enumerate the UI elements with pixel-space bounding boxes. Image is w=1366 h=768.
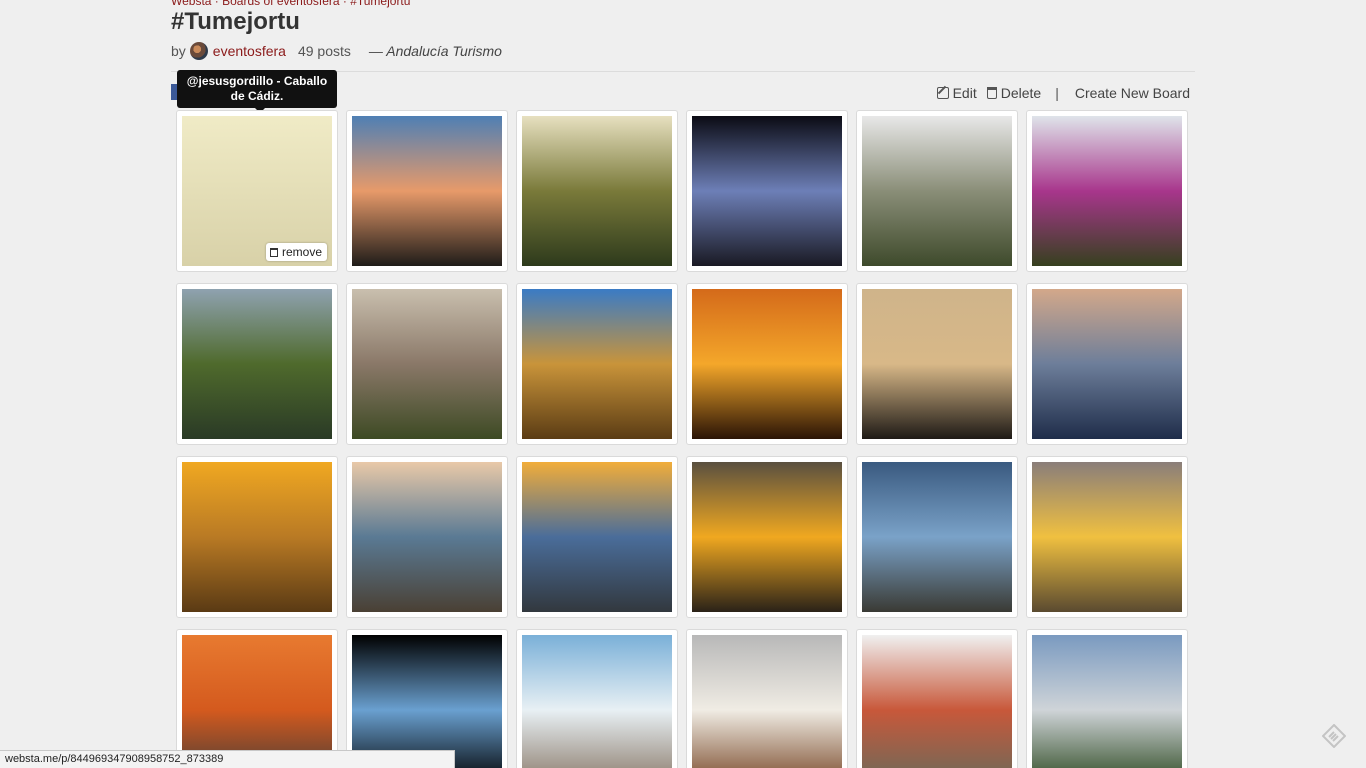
photo-card[interactable] <box>856 283 1018 445</box>
photo-sand-footprints-sunset[interactable] <box>182 462 332 612</box>
photo-white-church-rooftops[interactable] <box>692 635 842 768</box>
by-label: by <box>171 43 186 59</box>
photo-card[interactable] <box>856 456 1018 618</box>
author-link[interactable]: eventosfera <box>213 43 286 59</box>
photo-sunset-hazy-beach[interactable] <box>862 289 1012 439</box>
photo-moorish-arch[interactable] <box>352 289 502 439</box>
photo-hanging-bucket[interactable] <box>1032 635 1182 768</box>
photo-card[interactable] <box>1026 629 1188 768</box>
photo-card[interactable] <box>516 110 678 272</box>
photo-card[interactable] <box>516 283 678 445</box>
create-new-board-link[interactable]: Create New Board <box>1075 85 1190 101</box>
photo-orange-sunset-sea[interactable] <box>182 635 332 768</box>
photo-sunset-beach-rock[interactable] <box>1032 462 1182 612</box>
photo-puzzle-cypress-mountain[interactable] <box>352 635 502 768</box>
board-title: #Tumejortu <box>171 8 300 35</box>
photo-card[interactable] <box>1026 283 1188 445</box>
browser-status-bar: websta.me/p/844969347908958752_873389 <box>0 750 455 768</box>
photo-garden-pond[interactable] <box>182 289 332 439</box>
board-description: — Andalucía Turismo <box>368 43 502 59</box>
photo-card[interactable] <box>176 629 338 768</box>
delete-label: Delete <box>1000 85 1042 101</box>
photo-white-village-mountain[interactable] <box>862 116 1012 266</box>
photo-card[interactable] <box>516 629 678 768</box>
photo-grid: remove <box>176 110 1188 768</box>
edit-label: Edit <box>952 85 977 101</box>
trash-icon <box>269 247 278 257</box>
photo-card[interactable] <box>1026 456 1188 618</box>
photo-card[interactable] <box>176 456 338 618</box>
edit-icon <box>936 87 949 99</box>
photo-sea-waves-dusk[interactable] <box>1032 289 1182 439</box>
photo-barbed-wire-sunset[interactable] <box>522 462 672 612</box>
actions-separator: | <box>1055 85 1059 101</box>
photo-card[interactable] <box>346 110 508 272</box>
photo-card[interactable] <box>346 456 508 618</box>
photo-bougainvillea-street[interactable] <box>1032 116 1182 266</box>
photo-card[interactable] <box>176 283 338 445</box>
photo-white-arches-alley[interactable] <box>522 635 672 768</box>
photo-flower-pots-street[interactable] <box>862 635 1012 768</box>
photo-sunset-beach-orange[interactable] <box>692 289 842 439</box>
photo-lit-church-night[interactable] <box>692 116 842 266</box>
photo-card[interactable]: remove <box>176 110 338 272</box>
photo-card[interactable] <box>686 283 848 445</box>
remove-button[interactable]: remove <box>265 243 327 261</box>
avatar[interactable] <box>189 42 208 60</box>
photo-card[interactable] <box>1026 110 1188 272</box>
edit-button[interactable]: Edit <box>936 85 977 101</box>
delete-button[interactable]: Delete <box>986 85 1042 101</box>
diamond-icon[interactable] <box>1322 724 1346 748</box>
photo-kite-blue-sea[interactable] <box>862 462 1012 612</box>
photo-card[interactable] <box>686 110 848 272</box>
photo-beach-rock-water[interactable] <box>352 462 502 612</box>
board-actions: Edit Delete | Create New Board <box>936 85 1190 101</box>
remove-label: remove <box>281 245 322 259</box>
photo-sunset-sea-clouds[interactable] <box>352 116 502 266</box>
photo-cloudy-sunset-sea[interactable] <box>692 462 842 612</box>
board-byline: by eventosfera 49 posts — Andalucía Turi… <box>171 42 502 60</box>
photo-forest-sun-village[interactable] <box>522 116 672 266</box>
photo-card[interactable] <box>686 629 848 768</box>
breadcrumb[interactable]: Websta · Boards of eventosfera · #Tumejo… <box>171 0 410 8</box>
photo-cathedral-facade[interactable] <box>522 289 672 439</box>
post-count: 49 posts <box>297 43 351 59</box>
photo-tooltip: @jesusgordillo - Caballo de Cádiz. <box>177 70 337 113</box>
trash-icon <box>986 87 997 99</box>
photo-card[interactable] <box>686 456 848 618</box>
photo-card[interactable] <box>856 629 1018 768</box>
photo-card[interactable] <box>516 456 678 618</box>
photo-card[interactable] <box>856 110 1018 272</box>
photo-card[interactable] <box>346 283 508 445</box>
photo-card[interactable] <box>346 629 508 768</box>
